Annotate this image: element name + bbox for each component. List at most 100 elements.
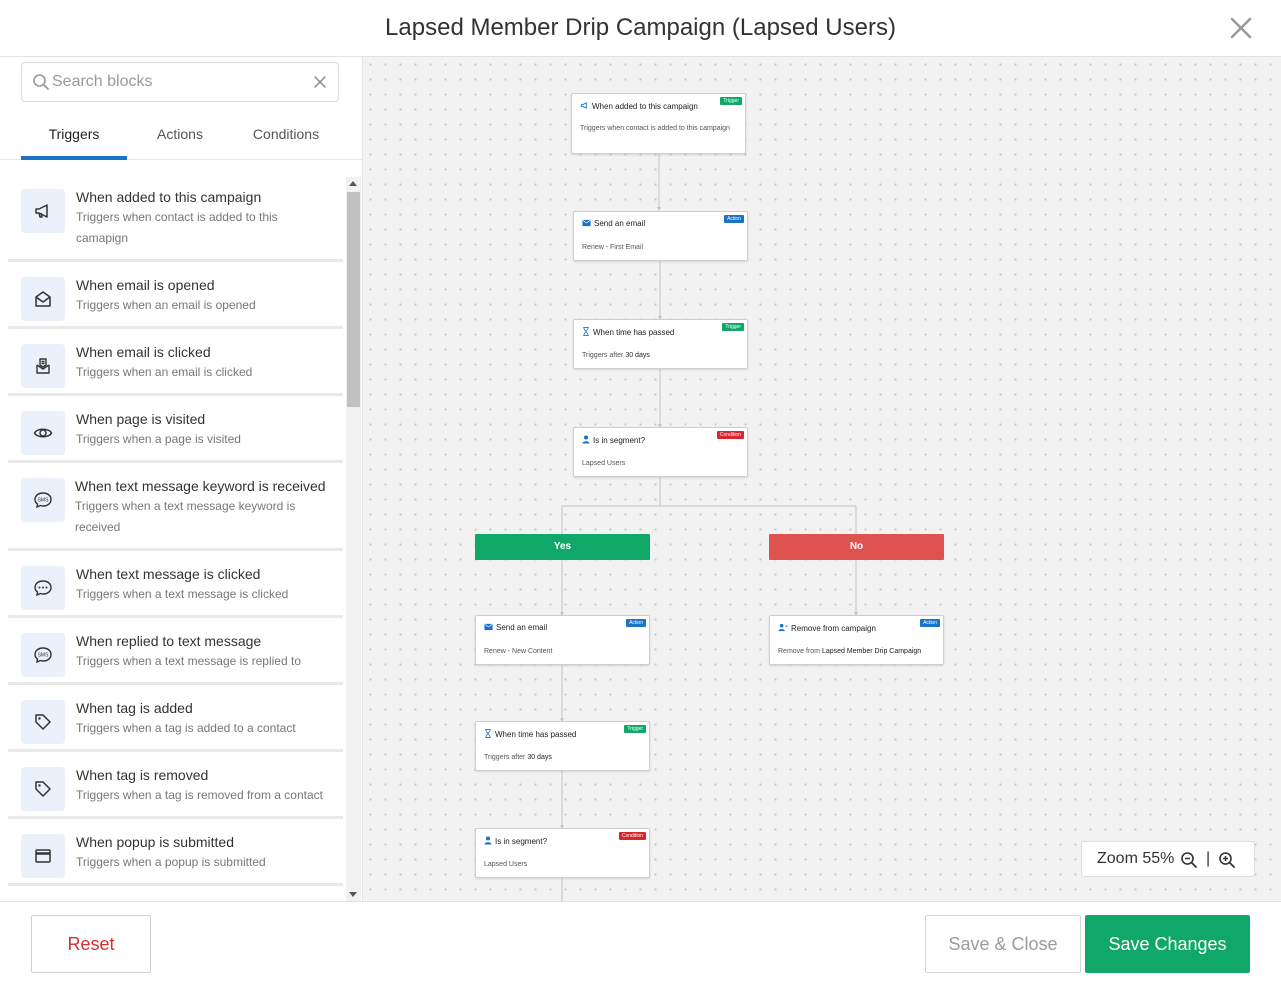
clear-icon[interactable] <box>312 74 328 90</box>
node-title: When time has passed <box>593 328 675 337</box>
node-body: Renew - New Content <box>484 648 553 655</box>
node-header: Send an email <box>582 219 645 228</box>
condition-badge: Condition <box>716 431 744 439</box>
block-title: When added to this campaign <box>76 189 262 205</box>
node-body: Triggers after 30 days <box>582 352 650 359</box>
node-action-remove-from-campaign[interactable]: Remove from campaign Action Remove from … <box>769 615 944 665</box>
scroll-up-arrow[interactable] <box>349 181 357 186</box>
block-item[interactable] <box>8 889 343 901</box>
email-icon <box>582 219 591 227</box>
tag-remove-icon <box>21 767 65 811</box>
modal-footer: Reset Save & Close Save Changes <box>0 901 1281 985</box>
tab-triggers[interactable]: Triggers <box>21 112 127 160</box>
node-body: Lapsed Users <box>582 460 626 467</box>
search-icon <box>33 74 49 90</box>
block-title: When email is opened <box>76 277 215 293</box>
user-icon <box>582 435 590 444</box>
megaphone-icon <box>21 189 65 233</box>
tab-conditions[interactable]: Conditions <box>233 112 339 160</box>
hourglass-icon <box>583 327 589 336</box>
svg-text:SMS: SMS <box>38 498 50 504</box>
trigger-badge: Trigger <box>722 323 744 331</box>
block-item[interactable]: When tag is removed Triggers when a tag … <box>8 755 343 819</box>
reset-button[interactable]: Reset <box>31 915 151 973</box>
block-item[interactable]: SMS When text message keyword is receive… <box>8 466 343 551</box>
block-item[interactable]: When email is clicked Triggers when an e… <box>8 332 343 396</box>
node-body: Triggers after 30 days <box>484 754 552 761</box>
block-title: When text message is clicked <box>76 566 261 582</box>
scroll-down-arrow[interactable] <box>349 892 357 897</box>
node-title: Send an email <box>496 623 548 632</box>
node-title: When added to this campaign <box>592 102 698 111</box>
block-desc: Triggers when a tag is removed from a co… <box>76 788 323 802</box>
block-desc: Triggers when an email is clicked <box>76 365 253 379</box>
zoom-label: Zoom 55% <box>1097 850 1175 867</box>
workflow-canvas[interactable]: When added to this campaign Trigger Trig… <box>363 57 1281 901</box>
save-changes-button[interactable]: Save Changes <box>1085 915 1250 973</box>
block-desc: Triggers when a text message keyword is … <box>75 499 296 534</box>
branch-yes[interactable]: Yes <box>475 534 650 560</box>
megaphone-icon <box>580 102 587 109</box>
search-input[interactable] <box>52 67 302 97</box>
block-item[interactable]: When popup is submitted Triggers when a … <box>8 822 343 886</box>
block-title: When tag is added <box>76 700 193 716</box>
node-title: Send an email <box>594 219 646 228</box>
block-desc: Triggers when an email is opened <box>76 298 256 312</box>
block-desc: Triggers when contact is added to this c… <box>76 210 278 245</box>
action-badge: Action <box>626 619 646 627</box>
block-item[interactable]: When page is visited Triggers when a pag… <box>8 399 343 463</box>
condition-badge: Condition <box>618 832 646 840</box>
search-box <box>21 62 339 102</box>
scrollbar[interactable] <box>346 177 361 901</box>
node-body: Renew - First Email <box>582 244 644 251</box>
node-title: Remove from campaign <box>791 624 876 633</box>
node-header: Is in segment? <box>484 836 547 846</box>
node-action-send-email[interactable]: Send an email Action Renew - First Email <box>573 211 748 261</box>
block-title: When email is clicked <box>76 344 211 360</box>
connector-lines <box>560 154 858 901</box>
hourglass-icon <box>485 729 491 738</box>
zoom-in-icon[interactable] <box>1218 851 1236 869</box>
envelope-open-icon <box>21 277 65 321</box>
block-item[interactable]: When tag is added Triggers when a tag is… <box>8 688 343 752</box>
block-list: When added to this campaign Triggers whe… <box>0 177 346 901</box>
block-item[interactable]: When added to this campaign Triggers whe… <box>8 177 343 262</box>
node-trigger-added-to-campaign[interactable]: When added to this campaign Trigger Trig… <box>571 93 746 154</box>
action-badge: Action <box>920 619 940 627</box>
block-item[interactable]: SMS When replied to text message Trigger… <box>8 621 343 685</box>
node-trigger-time-passed[interactable]: When time has passed Trigger Triggers af… <box>573 319 748 369</box>
tab-actions[interactable]: Actions <box>127 112 233 160</box>
modal-header: Lapsed Member Drip Campaign (Lapsed User… <box>0 0 1281 57</box>
block-tabs: Triggers Actions Conditions <box>0 112 362 160</box>
zoom-control: Zoom 55% | <box>1081 841 1255 877</box>
tag-icon <box>21 700 65 744</box>
block-item[interactable]: When email is opened Triggers when an em… <box>8 265 343 329</box>
block-desc: Triggers when a popup is submitted <box>76 855 266 869</box>
block-desc: Triggers when a text message is replied … <box>76 654 301 668</box>
node-header: Send an email <box>484 623 547 632</box>
node-action-send-email[interactable]: Send an email Action Renew - New Content <box>475 615 650 665</box>
node-body: Lapsed Users <box>484 861 528 868</box>
chat-icon <box>21 566 65 610</box>
block-title: When replied to text message <box>76 633 262 649</box>
node-title: When time has passed <box>495 730 577 739</box>
save-close-button[interactable]: Save & Close <box>925 915 1081 973</box>
eye-icon <box>21 411 65 455</box>
sms-reply-icon: SMS <box>21 633 65 677</box>
page-title: Lapsed Member Drip Campaign (Lapsed User… <box>385 14 896 41</box>
zoom-out-icon[interactable] <box>1180 851 1198 869</box>
block-item[interactable]: When text message is clicked Triggers wh… <box>8 554 343 618</box>
node-condition-is-in-segment[interactable]: Is in segment? Condition Lapsed Users <box>475 828 650 878</box>
email-click-icon <box>21 344 65 388</box>
block-title: When page is visited <box>76 411 206 427</box>
scrollbar-thumb[interactable] <box>347 192 360 407</box>
node-title: Is in segment? <box>495 837 548 846</box>
action-badge: Action <box>724 215 744 223</box>
branch-no[interactable]: No <box>769 534 944 560</box>
close-icon[interactable] <box>1227 14 1255 42</box>
node-condition-is-in-segment[interactable]: Is in segment? Condition Lapsed Users <box>573 427 748 477</box>
sms-icon: SMS <box>21 478 65 522</box>
svg-text:SMS: SMS <box>38 653 50 659</box>
block-title: When tag is removed <box>76 767 209 783</box>
node-trigger-time-passed[interactable]: When time has passed Trigger Triggers af… <box>475 721 650 771</box>
